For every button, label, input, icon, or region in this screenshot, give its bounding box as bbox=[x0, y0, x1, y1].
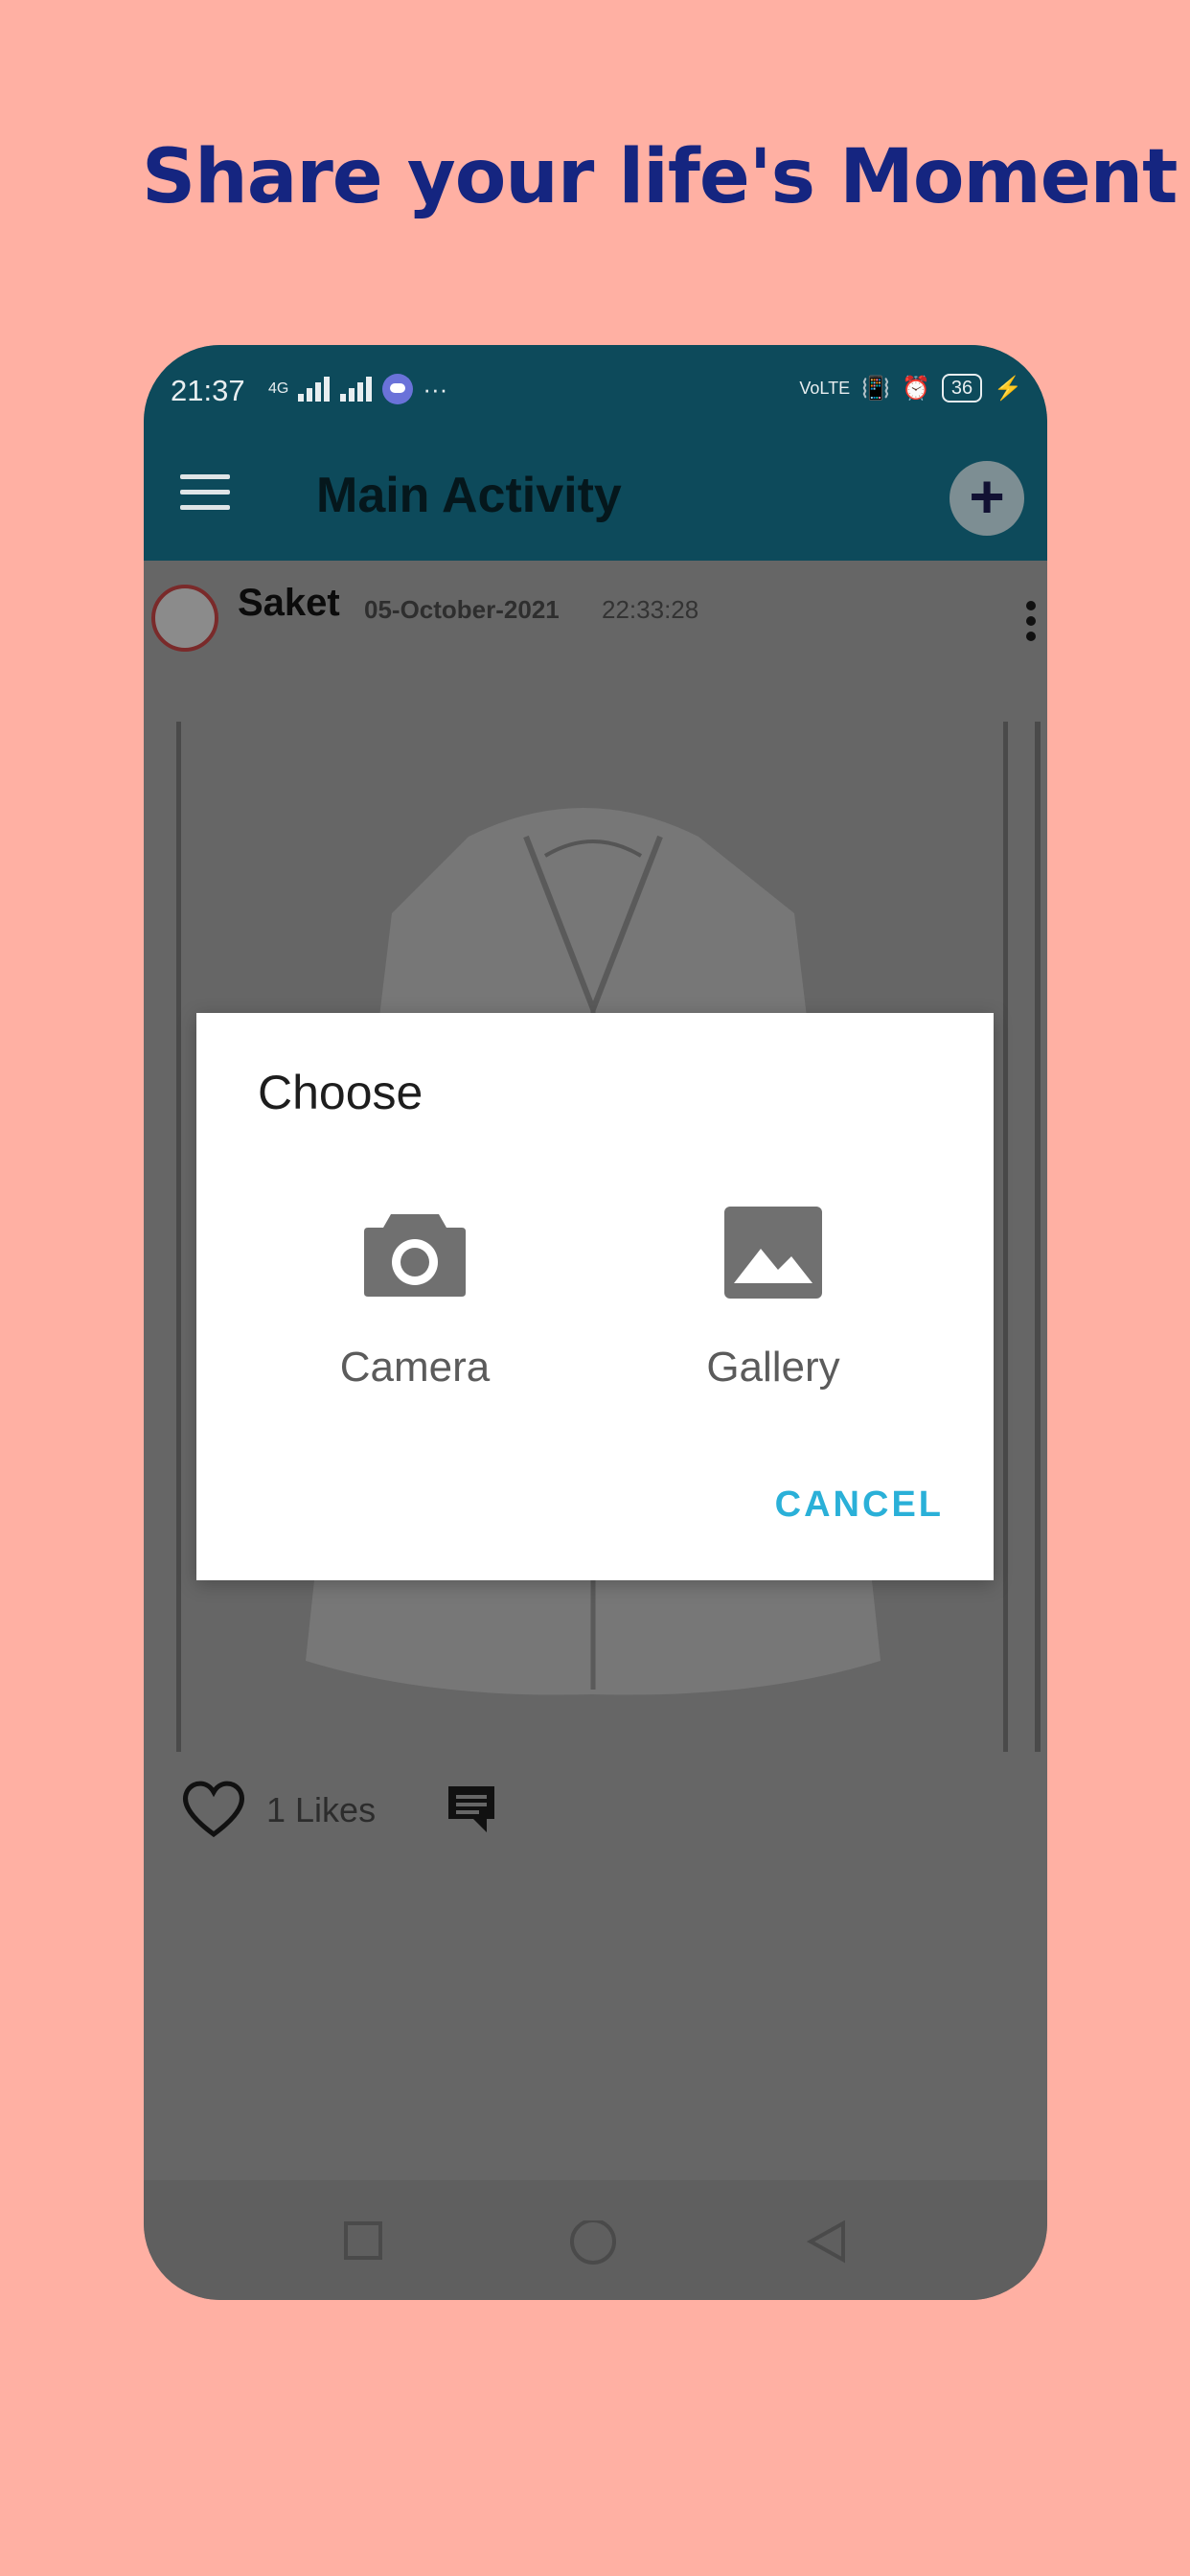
app-bar: Main Activity + bbox=[144, 436, 1047, 561]
post-date: 05-October-2021 bbox=[364, 595, 560, 624]
gallery-icon bbox=[724, 1207, 822, 1299]
avatar[interactable] bbox=[151, 585, 218, 652]
gallery-label: Gallery bbox=[706, 1344, 840, 1391]
battery-icon: 36 bbox=[941, 374, 983, 402]
charging-icon: ⚡ bbox=[994, 375, 1022, 402]
signal-icon bbox=[298, 377, 331, 402]
post-time: 22:33:28 bbox=[602, 595, 699, 624]
heart-icon[interactable] bbox=[180, 1779, 247, 1838]
scroll-divider bbox=[1035, 722, 1041, 1752]
alarm-icon: ⏰ bbox=[901, 375, 930, 402]
recents-icon[interactable] bbox=[343, 2220, 383, 2261]
back-icon[interactable] bbox=[805, 2220, 849, 2265]
home-icon[interactable] bbox=[568, 2220, 618, 2270]
more-notifications-icon: ··· bbox=[423, 374, 448, 403]
camera-label: Camera bbox=[339, 1344, 491, 1391]
net-label: 4G bbox=[268, 380, 289, 397]
status-time: 21:37 bbox=[171, 374, 245, 407]
promo-headline: Share your life's Moment bbox=[142, 134, 1178, 220]
volte-icon: VoLTE bbox=[799, 378, 851, 398]
cancel-button[interactable]: CANCEL bbox=[775, 1484, 944, 1526]
dialog-title: Choose bbox=[258, 1066, 423, 1119]
system-nav-bar bbox=[144, 2180, 1047, 2300]
menu-icon[interactable] bbox=[180, 474, 230, 513]
status-bar: 21:37 4G ··· VoLTE 📳 ⏰ 36 ⚡ bbox=[144, 345, 1047, 436]
add-post-button[interactable]: + bbox=[950, 461, 1024, 536]
choose-dialog: Choose Camera Gallery CANCEL bbox=[196, 1013, 994, 1580]
gallery-option[interactable]: Gallery bbox=[629, 1205, 917, 1392]
likes-count: 1 Likes bbox=[266, 1790, 377, 1829]
comment-icon[interactable] bbox=[445, 1784, 498, 1834]
discord-icon bbox=[382, 374, 414, 404]
camera-icon bbox=[364, 1214, 466, 1297]
post-username[interactable]: Saket bbox=[238, 582, 340, 625]
app-bar-title: Main Activity bbox=[316, 468, 622, 523]
more-options-icon[interactable] bbox=[1026, 601, 1036, 649]
vibrate-icon: 📳 bbox=[861, 375, 890, 402]
signal-icon-2 bbox=[340, 377, 373, 402]
camera-option[interactable]: Camera bbox=[271, 1205, 559, 1392]
